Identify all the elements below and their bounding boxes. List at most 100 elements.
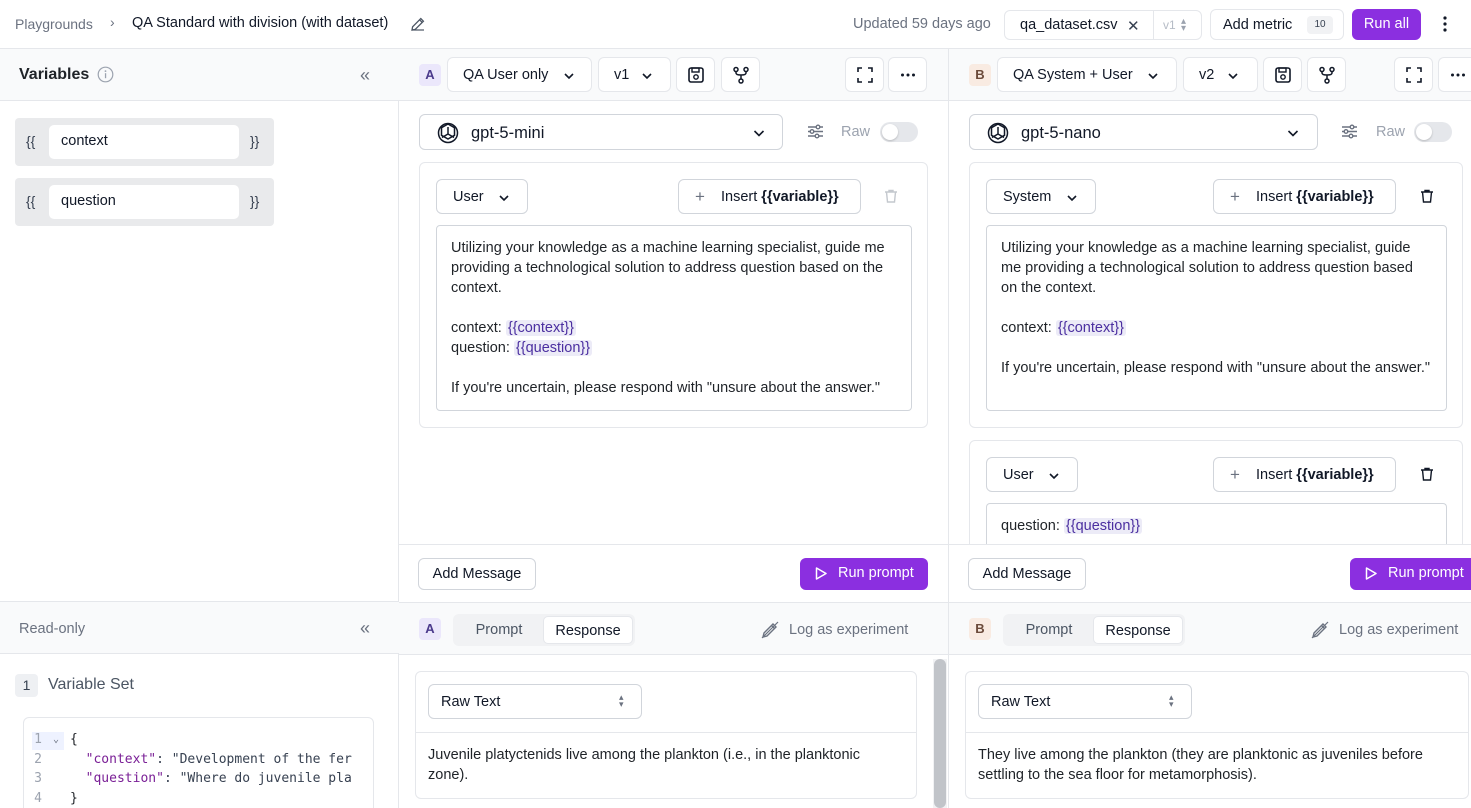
column-a-letter: A [419, 618, 441, 640]
variable-name-input[interactable]: context [49, 125, 239, 159]
chevron-up-down-icon: ▴ ▾ [1181, 16, 1187, 34]
response-format-select[interactable]: Raw Text ▴ ▾ [428, 684, 642, 719]
chevron-down-icon [1228, 73, 1238, 80]
fold-chevron-icon[interactable]: ⌄ [53, 734, 59, 745]
variables-header: Variables « [0, 49, 399, 101]
plus-icon: + [695, 187, 705, 206]
message-line: question: {{question}} [1001, 518, 1143, 534]
save-button[interactable] [1263, 57, 1302, 92]
message-text-editor[interactable]: Utilizing your knowledge as a machine le… [436, 225, 912, 411]
scrollbar-thumb[interactable] [934, 659, 946, 808]
prompt-selector[interactable]: QA System + User [997, 57, 1177, 92]
trash-icon[interactable] [883, 188, 899, 204]
column-b-footer: Add Message Run prompt [949, 544, 1471, 602]
tab-response[interactable]: Response [1093, 616, 1183, 644]
chevron-down-icon [753, 130, 765, 137]
breadcrumb-playgrounds[interactable]: Playgrounds [15, 16, 93, 32]
variable-tag: {{context}} [505, 320, 576, 336]
collapse-left-icon[interactable]: « [360, 618, 370, 639]
dataset-version[interactable]: v1 [1163, 18, 1176, 32]
log-as-experiment[interactable]: Log as experiment [789, 622, 908, 638]
model-selector[interactable]: gpt-5-mini [419, 114, 783, 150]
more-button[interactable] [1438, 57, 1471, 92]
branch-button[interactable] [721, 57, 760, 92]
collapse-left-icon[interactable]: « [360, 65, 370, 86]
variable-name-input[interactable]: question [49, 185, 239, 219]
raw-toggle[interactable] [1414, 122, 1452, 142]
divider [966, 732, 1468, 733]
trash-icon[interactable] [1419, 466, 1435, 482]
version-label: v1 [614, 67, 630, 83]
message-line: context: {{context}} [451, 320, 576, 336]
insert-variable-label: Insert {{variable}} [721, 189, 839, 205]
chevron-up-down-icon: ▴ ▾ [1169, 692, 1174, 709]
raw-label: Raw [1376, 124, 1406, 140]
sliders-icon[interactable] [807, 123, 824, 140]
more-button[interactable] [888, 57, 927, 92]
branch-button[interactable] [1307, 57, 1346, 92]
prompt-name: QA System + User [1013, 67, 1133, 83]
top-bar: Playgrounds › QA Standard with division … [0, 0, 1471, 49]
code-line: "question": "Where do juvenile pla [85, 771, 352, 786]
dataset-name: qa_dataset.csv [1020, 17, 1118, 33]
model-selector[interactable]: gpt-5-nano [969, 114, 1318, 150]
prompt-column-b: B QA System + User v2 gpt-5-nano Raw Sys… [949, 49, 1471, 808]
line-number: 3 [34, 771, 42, 786]
role-selector[interactable]: System [986, 179, 1096, 214]
role-label: System [1003, 189, 1052, 205]
fullscreen-button[interactable] [1394, 57, 1433, 92]
trash-icon[interactable] [1419, 188, 1435, 204]
version-selector[interactable]: v1 [598, 57, 671, 92]
response-header-b: B Prompt Response Log as experiment [949, 602, 1471, 655]
breadcrumb-separator-icon: › [110, 14, 115, 30]
pencil-icon[interactable] [410, 16, 426, 32]
fullscreen-button[interactable] [845, 57, 884, 92]
read-only-title: Read-only [19, 621, 86, 637]
message-text-editor[interactable]: Utilizing your knowledge as a machine le… [986, 225, 1447, 411]
insert-variable-button[interactable]: + Insert {{variable}} [1213, 457, 1396, 492]
version-selector[interactable]: v2 [1183, 57, 1258, 92]
save-button[interactable] [676, 57, 715, 92]
flask-pencil-icon[interactable] [761, 621, 779, 639]
run-all-button[interactable]: Run all [1352, 9, 1421, 40]
dataset-selector[interactable]: qa_dataset.csv ✕ v1 ▴ ▾ [1004, 10, 1202, 40]
variable-set-number: 1 [15, 674, 38, 697]
chevron-down-icon [499, 195, 509, 202]
sliders-icon[interactable] [1341, 123, 1358, 140]
role-selector[interactable]: User [986, 457, 1078, 492]
raw-toggle[interactable] [880, 122, 918, 142]
add-metric-label: Add metric [1223, 17, 1293, 33]
tab-prompt[interactable]: Prompt [457, 616, 541, 644]
run-prompt-button[interactable]: Run prompt [1350, 558, 1471, 590]
save-icon [1275, 67, 1291, 83]
info-icon[interactable] [97, 66, 114, 83]
response-card: Raw Text ▴ ▾ Juvenile platyctenids live a… [415, 671, 917, 799]
plus-icon: + [1230, 187, 1240, 206]
add-metric-button[interactable]: Add metric 10 [1210, 9, 1344, 40]
message-line: Utilizing your knowledge as a machine le… [1001, 240, 1413, 296]
variables-title: Variables [19, 66, 90, 83]
more-vertical-icon[interactable] [1436, 12, 1454, 36]
add-message-button[interactable]: Add Message [418, 558, 536, 590]
insert-variable-button[interactable]: + Insert {{variable}} [1213, 179, 1396, 214]
tab-response[interactable]: Response [543, 616, 633, 644]
tab-prompt[interactable]: Prompt [1007, 616, 1091, 644]
line-number: 2 [34, 752, 42, 767]
variable-set-code-editor[interactable]: 1 ⌄ { 2 "context": "Development of the f… [23, 717, 374, 808]
log-as-experiment[interactable]: Log as experiment [1339, 622, 1458, 638]
response-format-select[interactable]: Raw Text ▴ ▾ [978, 684, 1192, 719]
close-icon[interactable]: ✕ [1127, 17, 1140, 35]
run-prompt-button[interactable]: Run prompt [800, 558, 928, 590]
role-selector[interactable]: User [436, 179, 528, 214]
scrollbar[interactable] [933, 659, 947, 808]
add-message-button[interactable]: Add Message [968, 558, 1086, 590]
column-b-header: B QA System + User v2 [949, 49, 1471, 101]
prompt-selector[interactable]: QA User only [447, 57, 592, 92]
prompt-column-a: A QA User only v1 gpt-5-mini Raw User + … [399, 49, 949, 808]
variable-row-question: {{ question }} [15, 178, 274, 226]
flask-pencil-icon[interactable] [1311, 621, 1329, 639]
insert-variable-button[interactable]: + Insert {{variable}} [678, 179, 861, 214]
version-label: v2 [1199, 67, 1215, 83]
more-horizontal-icon [1451, 73, 1465, 77]
prompt-name: QA User only [463, 67, 549, 83]
